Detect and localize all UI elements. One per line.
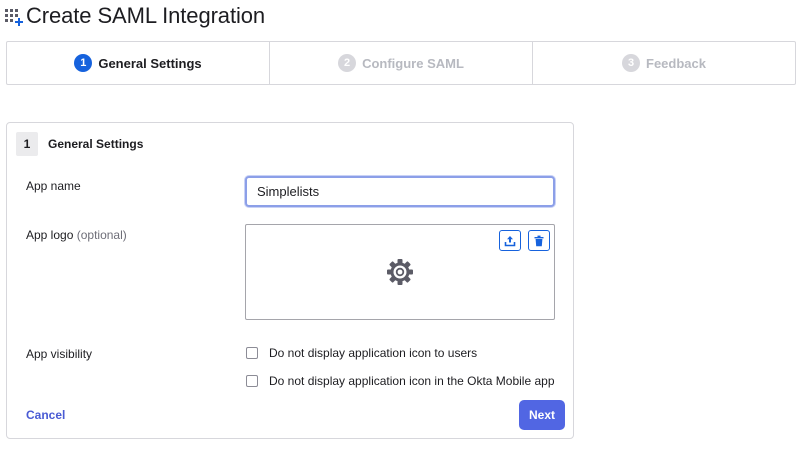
cancel-button[interactable]: Cancel <box>26 408 65 422</box>
app-name-label: App name <box>26 179 81 193</box>
step-label: Configure SAML <box>362 55 464 71</box>
step-label: General Settings <box>98 55 202 71</box>
step-label: Feedback <box>646 55 706 71</box>
app-visibility-label: App visibility <box>26 347 93 361</box>
step-configure-saml[interactable]: 2 Configure SAML <box>269 42 532 84</box>
page-header: Create SAML Integration <box>4 0 265 32</box>
hide-icon-users-option[interactable]: Do not display application icon to users <box>246 346 477 360</box>
hide-icon-users-checkbox[interactable] <box>246 347 258 359</box>
delete-logo-button[interactable] <box>528 230 550 251</box>
step-number: 1 <box>74 54 93 72</box>
card-header: 1 General Settings <box>16 132 143 156</box>
page-title: Create SAML Integration <box>26 3 266 28</box>
checkbox-label: Do not display application icon to users <box>269 346 478 360</box>
next-button[interactable]: Next <box>519 400 565 430</box>
gear-icon <box>387 259 413 285</box>
hide-icon-mobile-option[interactable]: Do not display application icon in the O… <box>246 374 555 388</box>
upload-logo-button[interactable] <box>499 230 521 251</box>
grid-plus-icon <box>4 7 24 27</box>
general-settings-card: 1 General Settings App name App logo (op… <box>6 122 574 439</box>
card-step-number: 1 <box>16 132 38 156</box>
card-title: General Settings <box>48 137 144 151</box>
hide-icon-mobile-checkbox[interactable] <box>246 375 258 387</box>
upload-icon <box>504 235 516 246</box>
optional-hint: (optional) <box>76 228 127 242</box>
app-name-input[interactable] <box>245 176 555 207</box>
step-general-settings[interactable]: 1 General Settings <box>7 42 269 84</box>
checkbox-label: Do not display application icon in the O… <box>269 374 555 388</box>
trash-icon <box>534 235 544 246</box>
app-logo-label-text: App logo <box>26 228 74 242</box>
app-logo-label: App logo (optional) <box>26 228 127 242</box>
app-logo-dropzone[interactable] <box>245 224 555 320</box>
step-feedback[interactable]: 3 Feedback <box>532 42 795 84</box>
step-number: 2 <box>338 54 357 72</box>
step-number: 3 <box>622 54 640 72</box>
wizard-stepper: 1 General Settings 2 Configure SAML 3 Fe… <box>6 41 796 85</box>
